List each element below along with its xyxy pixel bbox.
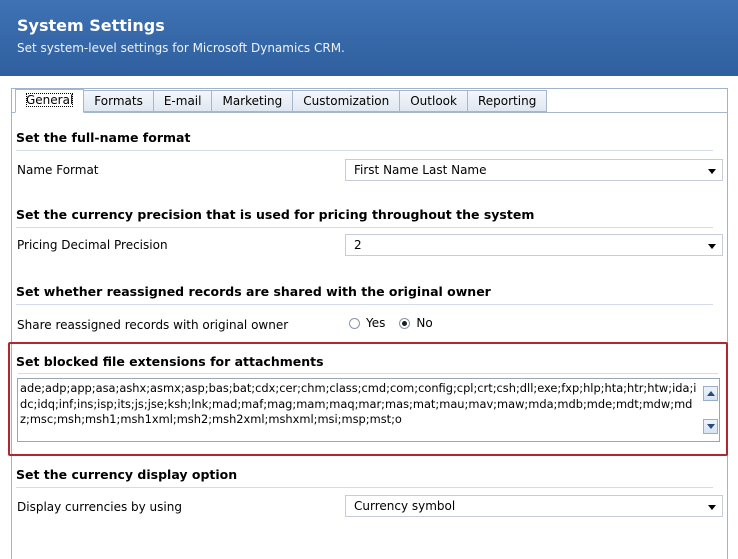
arrow-down-icon [707,424,715,429]
radio-no-label: No [416,316,433,330]
radio-yes-label: Yes [366,316,386,330]
blocked-extensions-text: ade;adp;app;asa;ashx;asmx;asp;bas;bat;cd… [20,381,697,426]
section-heading-currency-precision: Set the currency precision that is used … [16,207,535,222]
blocked-extensions-textarea[interactable]: ade;adp;app;asa;ashx;asmx;asp;bas;bat;cd… [17,378,720,442]
pricing-precision-label: Pricing Decimal Precision [17,238,168,252]
pricing-precision-value: 2 [354,238,362,252]
radio-yes[interactable] [349,317,360,329]
section-divider [18,373,718,374]
name-format-label: Name Format [17,163,99,177]
share-reassigned-label: Share reassigned records with original o… [17,318,289,332]
section-heading-currency-display: Set the currency display option [16,467,238,482]
radio-no[interactable] [399,317,411,329]
section-heading-blocked: Set blocked file extensions for attachme… [16,354,324,369]
tab-customization[interactable]: Customization [293,90,401,112]
chevron-down-icon [708,169,716,174]
currency-display-label: Display currencies by using [17,500,182,514]
section-divider [16,150,713,151]
name-format-value: First Name Last Name [354,163,487,177]
chevron-down-icon [708,244,716,249]
tab-reporting[interactable]: Reporting [467,90,548,112]
page-subtitle: Set system-level settings for Microsoft … [17,41,345,55]
scroll-down-button[interactable] [703,419,718,434]
arrow-up-icon [707,391,715,396]
page-title: System Settings [17,16,165,35]
section-divider [16,227,713,228]
chevron-down-icon [708,505,716,510]
tab-bar: General Formats E-mail Marketing Customi… [15,89,548,113]
tab-email[interactable]: E-mail [153,90,213,112]
tab-formats[interactable]: Formats [84,90,154,112]
name-format-select[interactable]: First Name Last Name [345,159,723,181]
share-reassigned-radio-group: Yes No [349,316,447,330]
currency-display-value: Currency symbol [354,499,456,513]
section-heading-reassigned: Set whether reassigned records are share… [16,284,491,299]
page-header: System Settings Set system-level setting… [0,0,738,76]
currency-display-select[interactable]: Currency symbol [345,495,723,517]
section-divider [16,487,713,488]
tab-marketing[interactable]: Marketing [212,90,294,112]
tab-general[interactable]: General [15,89,85,113]
section-divider [16,304,713,305]
section-heading-fullname: Set the full-name format [16,130,191,145]
tab-outlook[interactable]: Outlook [400,90,468,112]
scroll-up-button[interactable] [703,386,718,401]
pricing-precision-select[interactable]: 2 [345,234,723,256]
